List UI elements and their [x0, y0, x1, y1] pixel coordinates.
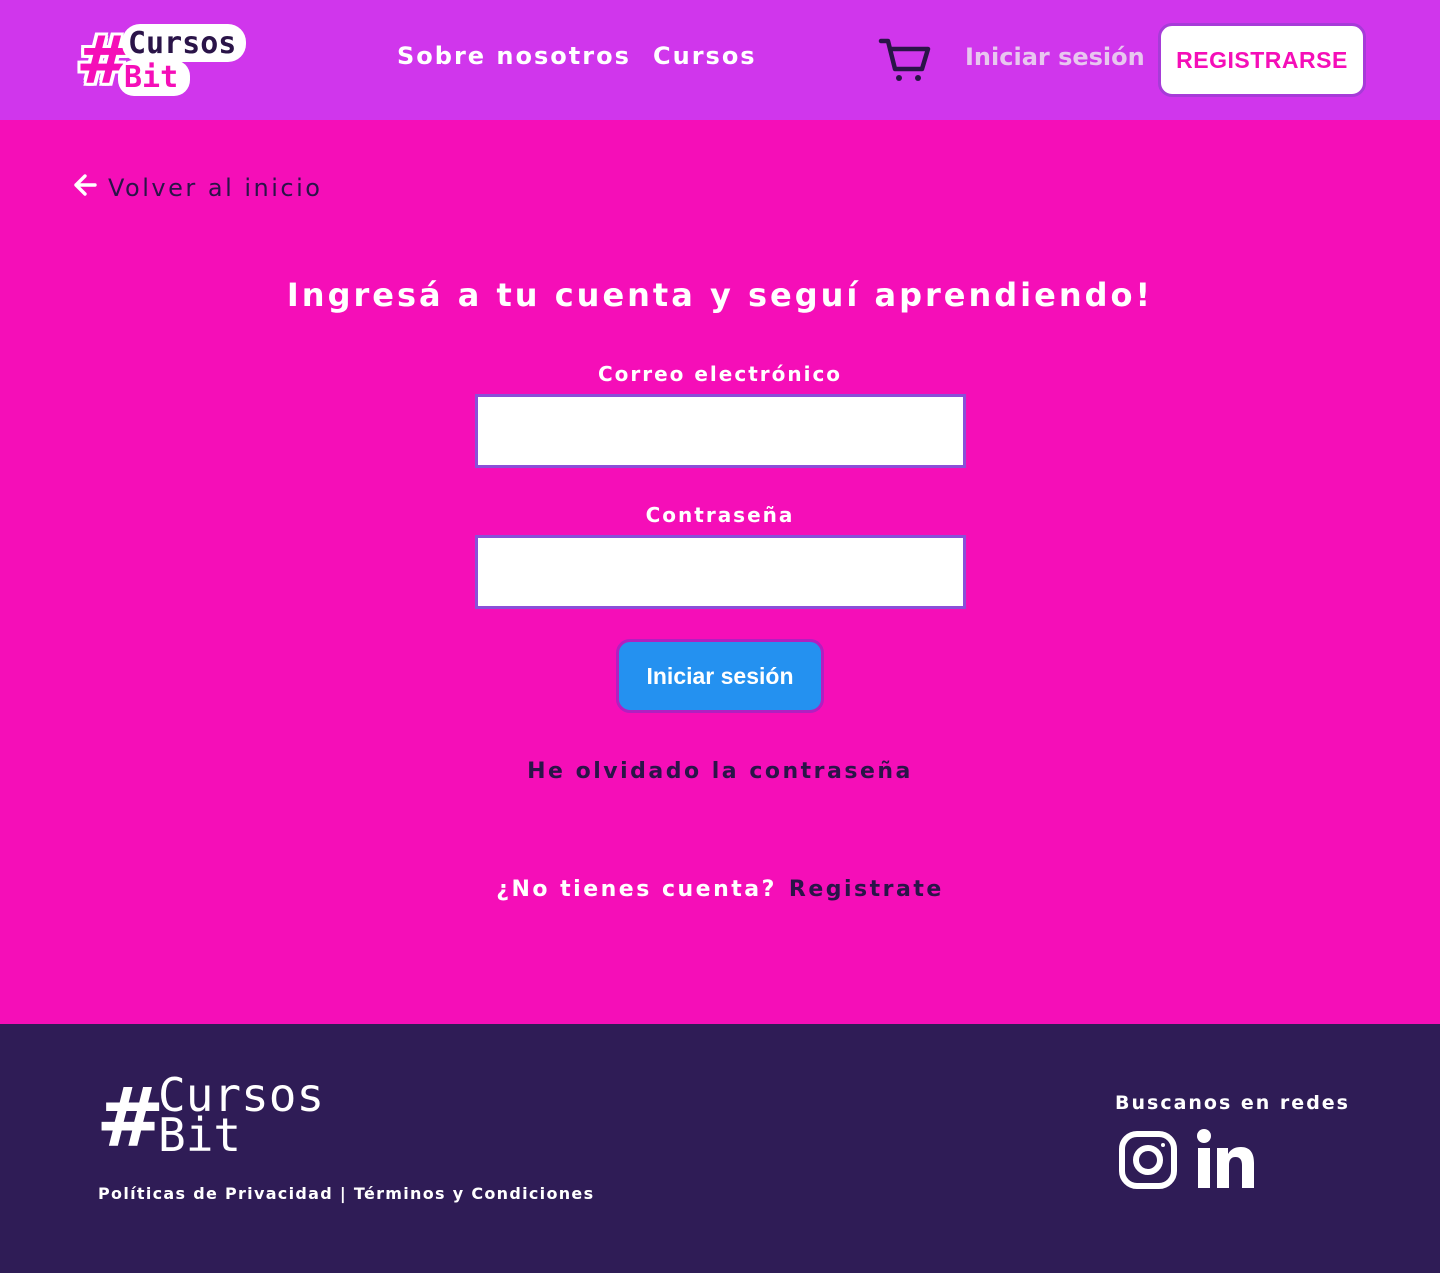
password-label: Contraseña — [645, 503, 795, 527]
email-label: Correo electrónico — [597, 362, 843, 386]
login-submit-button[interactable]: Iniciar sesión — [616, 639, 824, 713]
footer-logo[interactable]: # Cursos Bit — [96, 1072, 356, 1162]
logo-text-cursos: Cursos — [122, 24, 247, 62]
instagram-icon[interactable] — [1118, 1130, 1178, 1190]
header-login-link[interactable]: Iniciar sesión — [965, 43, 1145, 71]
arrow-left-icon — [72, 172, 108, 204]
linkedin-icon[interactable] — [1196, 1128, 1256, 1190]
footer: # Cursos Bit Políticas de Privacidad | T… — [0, 1024, 1440, 1273]
register-link[interactable]: Registrate — [789, 877, 944, 902]
cart-icon[interactable] — [878, 36, 932, 84]
register-button[interactable]: REGISTRARSE — [1158, 23, 1366, 97]
nav-link-courses[interactable]: Cursos — [653, 42, 757, 70]
forgot-password-link[interactable]: He olvidado la contraseña — [0, 759, 1440, 784]
signup-prompt: ¿No tienes cuenta? Registrate — [0, 877, 1440, 902]
logo-text-bit: Bit — [118, 60, 191, 96]
footer-logo-hash: # — [96, 1071, 165, 1166]
back-link-label: Volver al inicio — [108, 174, 323, 202]
page-title: Ingresá a tu cuenta y seguí aprendiendo! — [286, 276, 1154, 314]
brand-logo[interactable]: # Cursos Bit — [74, 24, 266, 98]
footer-legal-links[interactable]: Políticas de Privacidad | Términos y Con… — [98, 1184, 594, 1203]
password-field[interactable] — [475, 535, 966, 609]
no-account-text: ¿No tienes cuenta? — [496, 877, 777, 902]
social-title: Buscanos en redes — [1115, 1092, 1350, 1114]
back-to-home-link[interactable]: Volver al inicio — [72, 172, 322, 204]
footer-logo-text-bit: Bit — [158, 1108, 242, 1162]
email-field[interactable] — [475, 394, 966, 468]
nav-link-about[interactable]: Sobre nosotros — [397, 42, 631, 70]
top-navbar: # Cursos Bit Sobre nosotros Cursos Inici… — [0, 0, 1440, 120]
